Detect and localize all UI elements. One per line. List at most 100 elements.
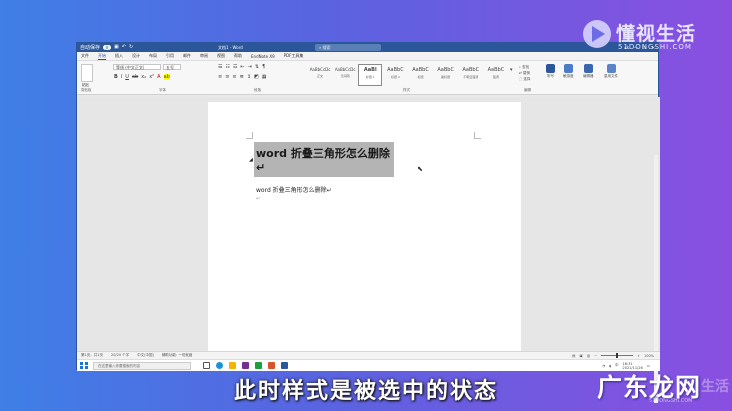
tab-mailings[interactable]: 邮件 [183,53,191,59]
word-icon[interactable] [281,362,288,369]
line-spacing-icon[interactable]: ↕ [247,74,251,80]
task-view-icon[interactable] [203,362,210,369]
tab-design[interactable]: 设计 [132,53,140,59]
superscript-icon[interactable]: x² [149,74,154,80]
read-mode-icon[interactable]: ▤ [572,354,575,358]
watermark-logo: 广东龙网 生活 51DONGSHI.COM [597,368,732,406]
italic-icon[interactable]: I [121,74,122,80]
tab-help[interactable]: 帮助 [234,53,242,59]
style-no-spacing[interactable]: AaBbCcDc 无间隔 [333,64,357,86]
tab-layout[interactable]: 布局 [149,53,157,59]
font-color-icon[interactable]: A [157,74,160,80]
sensitivity-button[interactable]: 敏感度 [563,64,574,79]
dongshi-logo: 懂视生活 51DONGSHI.COM [580,14,730,58]
watermark-faded-text: 生活 [701,379,729,395]
file-explorer-icon[interactable] [229,362,236,369]
notifications-icon[interactable]: ▭ [647,364,650,368]
play-logo-icon [583,20,611,48]
undo-icon[interactable]: ↶ [122,45,126,50]
editor-button[interactable]: 编辑器 [583,64,594,79]
subscript-icon[interactable]: x₂ [141,74,146,80]
language[interactable]: 中文(中国) [137,353,154,358]
zoom-slider[interactable] [601,353,634,358]
zoom-level[interactable]: 100% [644,354,654,358]
tab-review[interactable]: 审阅 [200,53,208,59]
edge-icon[interactable] [216,362,223,369]
highlight-icon[interactable]: ab [163,74,170,80]
redo-icon[interactable]: ↻ [129,45,133,50]
wechat-icon[interactable] [255,362,262,369]
underline-icon[interactable]: U [125,74,129,80]
increase-indent-icon[interactable]: ⇥ [248,64,252,70]
align-right-icon[interactable]: ≡ [232,74,236,80]
font-size-select[interactable]: 五号 [163,64,181,70]
document-icon [606,64,616,73]
numbering-icon[interactable]: ☷ [225,64,229,70]
tab-endnote[interactable]: EndNote X9 [251,54,275,59]
zoom-in-icon[interactable]: + [637,354,640,358]
save-icon[interactable]: ▣ [114,45,119,50]
title-search-input[interactable]: ⌕ 搜索 [315,44,381,51]
style-subtle-emphasis[interactable]: AaBbC 不明显强调 [459,64,483,86]
windows-taskbar: 在这里输入你要搜索的内容 ◔ ◖ 中 16:31 2021/11/26 ▭ [77,359,660,371]
onenote-icon[interactable] [242,362,249,369]
tab-view[interactable]: 视图 [217,53,225,59]
multilevel-icon[interactable]: ☲ [233,64,237,70]
strikethrough-icon[interactable]: ab [132,74,138,80]
taskbar-search-input[interactable]: 在这里输入你要搜索的内容 [93,361,191,370]
style-title[interactable]: AaBbC 标题 [409,64,433,86]
bold-icon[interactable]: B [114,74,118,80]
accessibility-status[interactable]: 辅助功能: 一切就绪 [162,353,192,358]
decrease-indent-icon[interactable]: ⇤ [240,64,244,70]
zoom-out-icon[interactable]: − [594,354,597,358]
mouse-cursor-icon: ⬉ [417,165,423,173]
title-bar: 自动保存 关 ▣ ↶ ↻ 文档1 - Word ⌕ 搜索 ck — ☐ ✕ [77,43,658,52]
selected-heading[interactable]: word 折叠三角形怎么删除↵ [254,142,394,177]
justify-icon[interactable]: ≣ [240,74,244,80]
tab-pdf-tools[interactable]: PDF工具集 [284,53,304,59]
network-icon[interactable]: ◔ [602,364,605,368]
style-subtitle[interactable]: AaBbC 副标题 [434,64,458,86]
style-normal[interactable]: AaBbCcDc 正文 [308,64,332,86]
word-window: 自动保存 关 ▣ ↶ ↻ 文档1 - Word ⌕ 搜索 ck — ☐ ✕ 文件… [76,42,660,403]
dictate-button[interactable]: 听写 [546,64,555,79]
tab-references[interactable]: 引用 [166,53,174,59]
margin-mark-right [474,132,481,139]
reuse-files-button[interactable]: 重用文件 [604,64,618,79]
show-marks-icon[interactable]: ¶ [262,64,265,70]
web-layout-icon[interactable]: ▥ [587,354,590,358]
collapse-triangle-icon[interactable]: ◢ [249,157,253,163]
style-heading-2[interactable]: AaBbC 标题 2 [383,64,407,86]
page-count[interactable]: 第1页，共1页 [81,353,103,358]
tab-file[interactable]: 文件 [81,53,89,59]
select-button[interactable]: ⬚ 选择 [519,76,530,82]
bullets-icon[interactable]: ☰ [218,64,222,70]
body-paragraph[interactable]: word 折叠三角形怎么删除↵ [256,185,332,194]
borders-icon[interactable]: ▦ [262,74,267,80]
logo-url: 51DONGSHI.COM [618,43,692,51]
print-layout-icon[interactable]: ▣ [579,354,582,358]
group-clipboard: 剪贴板 [81,88,92,92]
autosave-label: 自动保存 [80,45,101,51]
status-bar: 第1页，共1页 20/20 个字 中文(中国) 辅助功能: 一切就绪 ▤ ▣ ▥… [77,351,660,359]
shading-icon[interactable]: ◩ [254,74,259,80]
autosave-toggle[interactable]: 关 [103,45,112,50]
paste-button[interactable] [81,64,93,82]
document-page[interactable]: ◢ word 折叠三角形怎么删除↵ ⬉ word 折叠三角形怎么删除↵ ↵ [208,102,521,351]
tab-insert[interactable]: 插入 [115,53,123,59]
style-emphasis[interactable]: AaBbC 强调 [484,64,508,86]
align-center-icon[interactable]: ≡ [225,74,229,80]
start-icon[interactable] [77,361,88,371]
group-styles: 样式 [403,88,410,92]
style-gallery-more-icon[interactable]: ▾ [510,67,513,73]
align-left-icon[interactable]: ≡ [218,74,222,80]
group-paragraph: 段落 [254,88,261,92]
font-name-select[interactable]: 等线 (中文正文) [113,64,161,70]
style-heading-1[interactable]: AaBl 标题 1 [358,64,383,86]
sort-icon[interactable]: ⇅ [255,64,259,70]
app-icon[interactable] [268,362,275,369]
volume-icon[interactable]: ◖ [609,364,611,368]
tab-home[interactable]: 开始 [98,53,106,60]
zoom-knob[interactable] [616,353,619,358]
word-count[interactable]: 20/20 个字 [111,353,129,358]
